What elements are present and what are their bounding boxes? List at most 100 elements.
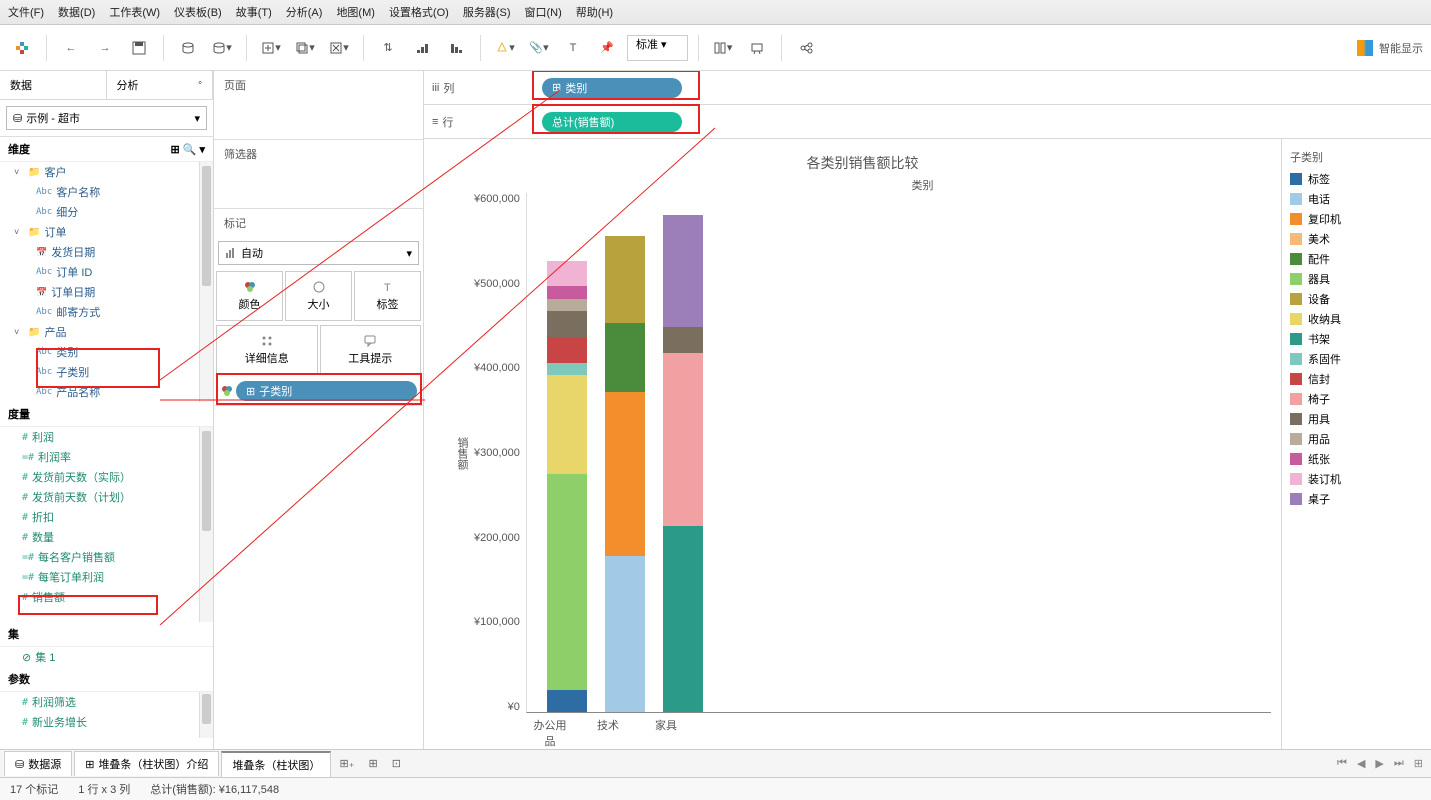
menu-analysis[interactable]: 分析(A): [286, 4, 323, 20]
show-cards-button[interactable]: ▾: [709, 34, 737, 62]
refresh-button[interactable]: ▾: [208, 34, 236, 62]
meas-daystoship-actual[interactable]: #发货前天数（实际）: [0, 467, 213, 487]
menu-data[interactable]: 数据(D): [58, 4, 95, 20]
seg-配件[interactable]: [605, 323, 645, 392]
seg-用具[interactable]: [547, 311, 587, 337]
mark-color-button[interactable]: 颜色: [216, 271, 283, 321]
seg-用品[interactable]: [547, 299, 587, 311]
menu-dashboard[interactable]: 仪表板(B): [174, 4, 222, 20]
tab-data[interactable]: 数据: [0, 71, 107, 99]
seg-收纳具[interactable]: [547, 375, 587, 474]
next-tab-button[interactable]: ▶: [1371, 755, 1387, 772]
new-datasource-button[interactable]: [174, 34, 202, 62]
legend-item-配件[interactable]: 配件: [1290, 249, 1423, 269]
save-button[interactable]: [125, 34, 153, 62]
view-icon[interactable]: ⊞: [170, 144, 179, 156]
dim-productname[interactable]: Abc产品名称: [0, 382, 213, 402]
bar-技术[interactable]: [605, 236, 645, 712]
legend-item-椅子[interactable]: 椅子: [1290, 389, 1423, 409]
legend-item-美术[interactable]: 美术: [1290, 229, 1423, 249]
highlight-button[interactable]: ▾: [491, 34, 519, 62]
sort-asc-button[interactable]: [408, 34, 436, 62]
meas-sales[interactable]: #销售额: [0, 587, 213, 607]
dim-subcategory[interactable]: Abc子类别: [0, 362, 213, 382]
meas-profitratio[interactable]: =#利润率: [0, 447, 213, 467]
mark-type-selector[interactable]: 自动▾: [218, 241, 419, 265]
logo-icon[interactable]: [8, 34, 36, 62]
search-icon[interactable]: 🔍: [183, 144, 197, 156]
dim-shipdate[interactable]: 📅发货日期: [0, 242, 213, 262]
dim-orderdate[interactable]: 📅订单日期: [0, 282, 213, 302]
presentation-button[interactable]: [743, 34, 771, 62]
legend-item-系固件[interactable]: 系固件: [1290, 349, 1423, 369]
legend-item-桌子[interactable]: 桌子: [1290, 489, 1423, 509]
set-1[interactable]: ⊘集 1: [0, 647, 213, 667]
seg-系固件[interactable]: [547, 363, 587, 375]
legend-item-装订机[interactable]: 装订机: [1290, 469, 1423, 489]
color-pill-subcategory[interactable]: ⊞子类别: [236, 381, 417, 401]
new-sheet-button[interactable]: ▾: [257, 34, 285, 62]
seg-纸张[interactable]: [547, 286, 587, 298]
legend-item-用品[interactable]: 用品: [1290, 429, 1423, 449]
new-worksheet-button[interactable]: ⊞₊: [333, 753, 360, 774]
legend-item-书架[interactable]: 书架: [1290, 329, 1423, 349]
share-button[interactable]: [792, 34, 820, 62]
param-scrollbar[interactable]: [199, 692, 213, 738]
seg-复印机[interactable]: [605, 392, 645, 556]
legend-item-纸张[interactable]: 纸张: [1290, 449, 1423, 469]
meas-profit[interactable]: #利润: [0, 427, 213, 447]
last-tab-button[interactable]: ⏭: [1390, 755, 1408, 772]
param-profit-filter[interactable]: #利润筛选: [0, 692, 213, 712]
param-new-biz[interactable]: #新业务增长: [0, 712, 213, 732]
meas-scrollbar[interactable]: [199, 427, 213, 622]
forward-button[interactable]: →: [91, 34, 119, 62]
meas-salespercust[interactable]: =#每名客户销售额: [0, 547, 213, 567]
menu-window[interactable]: 窗口(N): [525, 4, 562, 20]
tab-intro[interactable]: ⊞堆叠条（柱状图）介绍: [74, 751, 219, 776]
sort-desc-button[interactable]: [442, 34, 470, 62]
legend-item-收纳具[interactable]: 收纳具: [1290, 309, 1423, 329]
mark-label-button[interactable]: T标签: [354, 271, 421, 321]
meas-profitperorder[interactable]: =#每笔订单利润: [0, 567, 213, 587]
seg-桌子[interactable]: [663, 215, 703, 327]
legend-item-用具[interactable]: 用具: [1290, 409, 1423, 429]
meas-daystoship-sched[interactable]: #发货前天数（计划）: [0, 487, 213, 507]
menu-file[interactable]: 文件(F): [8, 4, 44, 20]
menu-server[interactable]: 服务器(S): [463, 4, 511, 20]
dim-segment[interactable]: Abc细分: [0, 202, 213, 222]
rows-pill-sumsales[interactable]: 总计(销售额): [542, 112, 682, 132]
menu-story[interactable]: 故事(T): [236, 4, 272, 20]
pin-button[interactable]: 📌: [593, 34, 621, 62]
dim-folder-order[interactable]: ˅📁订单: [0, 222, 213, 242]
dim-customer-name[interactable]: Abc客户名称: [0, 182, 213, 202]
dim-folder-customer[interactable]: ˅📁客户: [0, 162, 213, 182]
seg-用具[interactable]: [663, 327, 703, 353]
bar-办公用品[interactable]: [547, 261, 587, 712]
seg-椅子[interactable]: [663, 353, 703, 526]
legend-item-电话[interactable]: 电话: [1290, 189, 1423, 209]
filters-shelf[interactable]: [214, 168, 423, 208]
menu-map[interactable]: 地图(M): [336, 4, 375, 20]
duplicate-button[interactable]: ▾: [291, 34, 319, 62]
seg-器具[interactable]: [547, 474, 587, 690]
meas-discount[interactable]: #折扣: [0, 507, 213, 527]
dim-shipmode[interactable]: Abc邮寄方式: [0, 302, 213, 322]
pages-shelf[interactable]: [214, 99, 423, 139]
dim-category[interactable]: Abc类别: [0, 342, 213, 362]
legend-item-设备[interactable]: 设备: [1290, 289, 1423, 309]
mark-tooltip-button[interactable]: 工具提示: [320, 325, 422, 375]
swap-button[interactable]: ⇅: [374, 34, 402, 62]
mark-detail-button[interactable]: 详细信息: [216, 325, 318, 375]
seg-设备[interactable]: [605, 236, 645, 323]
group-button[interactable]: 📎▾: [525, 34, 553, 62]
legend-item-器具[interactable]: 器具: [1290, 269, 1423, 289]
new-story-button[interactable]: ⊡: [386, 753, 407, 774]
legend-item-信封[interactable]: 信封: [1290, 369, 1423, 389]
clear-button[interactable]: ▾: [325, 34, 353, 62]
datasource-selector[interactable]: ⛁ 示例 - 超市 ▾: [6, 106, 207, 130]
seg-电话[interactable]: [605, 556, 645, 712]
menu-format[interactable]: 设置格式(O): [389, 4, 449, 20]
prev-tab-button[interactable]: ◀: [1353, 755, 1369, 772]
columns-shelf[interactable]: iii列 ⊞类别: [424, 71, 1431, 105]
show-me-button[interactable]: 智能显示: [1357, 40, 1423, 56]
